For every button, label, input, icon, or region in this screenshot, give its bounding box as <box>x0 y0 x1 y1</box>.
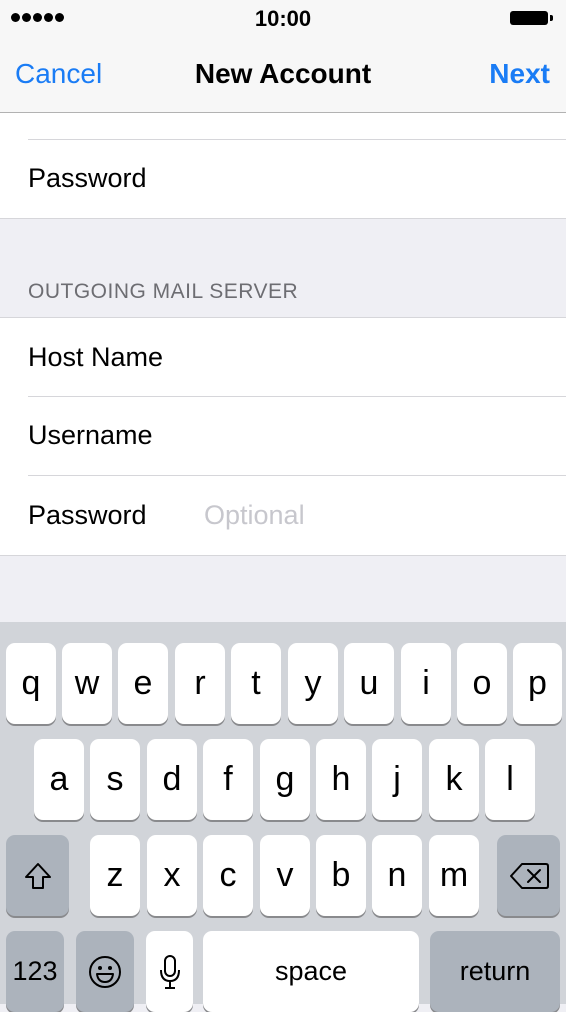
emoji-icon <box>89 955 121 988</box>
key-o[interactable]: o <box>457 643 507 724</box>
group-bottom-border <box>0 555 566 556</box>
next-button[interactable]: Next <box>489 58 550 90</box>
delete-icon <box>509 862 549 889</box>
username-label: Username <box>28 420 153 450</box>
incoming-server-group: Password <box>0 113 566 218</box>
incoming-password-label: Password <box>28 163 147 193</box>
key-y[interactable]: y <box>288 643 338 724</box>
battery-icon <box>510 11 554 25</box>
emoji-key[interactable] <box>76 931 134 1012</box>
microphone-key[interactable] <box>146 931 193 1012</box>
key-j[interactable]: j <box>372 739 422 820</box>
key-a[interactable]: a <box>34 739 84 820</box>
key-v[interactable]: v <box>260 835 310 916</box>
status-time: 10:00 <box>254 6 312 31</box>
numbers-key[interactable]: 123 <box>6 931 64 1012</box>
key-s[interactable]: s <box>90 739 140 820</box>
key-n[interactable]: n <box>372 835 422 916</box>
return-key[interactable]: return <box>430 931 560 1012</box>
navigation-bar: Cancel New Account Next <box>0 36 566 113</box>
host-name-label: Host Name <box>28 342 164 372</box>
key-p[interactable]: p <box>513 643 562 724</box>
key-f[interactable]: f <box>203 739 253 820</box>
outgoing-password-field[interactable] <box>204 500 546 531</box>
row-separator <box>28 396 566 397</box>
shift-key[interactable] <box>6 835 69 916</box>
key-c[interactable]: c <box>203 835 253 916</box>
key-z[interactable]: z <box>90 835 140 916</box>
key-b[interactable]: b <box>316 835 366 916</box>
group-bottom-border <box>0 218 566 219</box>
key-h[interactable]: h <box>316 739 366 820</box>
cancel-button[interactable]: Cancel <box>15 58 102 90</box>
key-g[interactable]: g <box>260 739 310 820</box>
outgoing-server-group: Host Name Username Password <box>0 318 566 555</box>
key-x[interactable]: x <box>147 835 197 916</box>
key-u[interactable]: u <box>344 643 394 724</box>
incoming-password-field[interactable] <box>204 163 546 194</box>
status-bar: 10:00 <box>0 0 566 36</box>
key-i[interactable]: i <box>401 643 451 724</box>
space-key[interactable]: space <box>203 931 419 1012</box>
key-m[interactable]: m <box>429 835 479 916</box>
outgoing-password-label: Password <box>28 500 147 530</box>
host-name-field[interactable] <box>204 342 546 373</box>
key-e[interactable]: e <box>118 643 168 724</box>
key-w[interactable]: w <box>62 643 112 724</box>
row-separator <box>28 139 566 140</box>
username-field[interactable] <box>204 420 546 451</box>
key-l[interactable]: l <box>485 739 535 820</box>
key-r[interactable]: r <box>175 643 225 724</box>
shift-icon <box>24 862 51 889</box>
keyboard: q w e r t y u i o p a s d f g h j k l z … <box>0 622 566 1012</box>
key-q[interactable]: q <box>6 643 56 724</box>
microphone-icon <box>159 954 180 989</box>
delete-key[interactable] <box>497 835 560 916</box>
key-d[interactable]: d <box>147 739 197 820</box>
key-t[interactable]: t <box>231 643 281 724</box>
section-header-outgoing: OUTGOING MAIL SERVER <box>28 280 299 303</box>
key-k[interactable]: k <box>429 739 479 820</box>
row-separator <box>28 475 566 476</box>
